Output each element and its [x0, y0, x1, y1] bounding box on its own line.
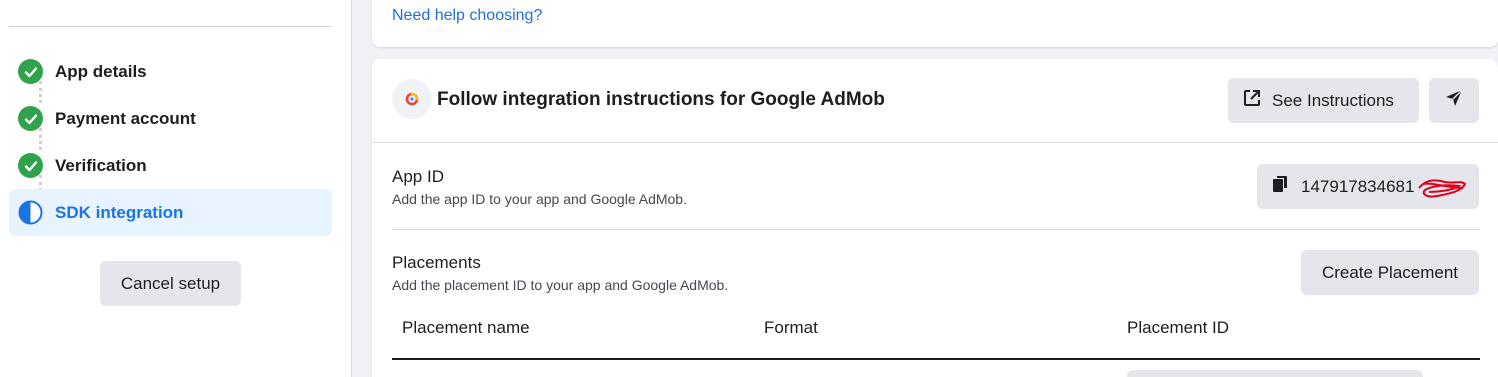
external-link-icon	[1242, 88, 1262, 113]
integration-title: Follow integration instructions for Goog…	[437, 89, 885, 110]
step-label: SDK integration	[55, 202, 184, 222]
table-header-divider	[392, 358, 1480, 360]
redaction-scribble	[1418, 179, 1467, 198]
need-help-link[interactable]: Need help choosing?	[392, 7, 542, 25]
paper-plane-icon	[1444, 88, 1464, 113]
placement-id-chip[interactable]	[1127, 370, 1423, 377]
step-payment-account[interactable]: Payment account	[9, 95, 332, 142]
google-admob-logo-icon	[392, 79, 432, 119]
check-icon	[18, 153, 43, 178]
copy-app-id-button[interactable]: 147917834681	[1257, 164, 1479, 209]
see-instructions-label: See Instructions	[1272, 90, 1394, 110]
column-header-placement-name: Placement name	[402, 318, 530, 337]
column-header-format: Format	[764, 318, 818, 337]
copy-icon	[1271, 174, 1291, 199]
see-instructions-button[interactable]: See Instructions	[1228, 78, 1419, 123]
setup-sidebar: App details Payment account Verification…	[0, 0, 352, 377]
step-verification[interactable]: Verification	[9, 142, 332, 189]
placements-description: Add the placement ID to your app and Goo…	[392, 277, 729, 293]
app-id-description: Add the app ID to your app and Google Ad…	[392, 191, 687, 207]
step-app-details[interactable]: App details	[9, 48, 332, 95]
step-label: Verification	[55, 155, 147, 175]
placements-title: Placements	[392, 253, 481, 272]
cancel-setup-button[interactable]: Cancel setup	[100, 261, 241, 306]
send-instructions-button[interactable]	[1429, 78, 1479, 123]
column-header-placement-id: Placement ID	[1127, 318, 1230, 337]
step-label: App details	[55, 61, 147, 81]
step-label: Payment account	[55, 108, 196, 128]
check-icon	[18, 59, 43, 84]
integration-card-header: Follow integration instructions for Goog…	[372, 59, 1498, 143]
create-placement-button[interactable]: Create Placement	[1301, 250, 1479, 295]
app-id-title: App ID	[392, 167, 444, 186]
app-id-value: 147917834681	[1301, 176, 1415, 196]
step-sdk-integration[interactable]: SDK integration	[9, 189, 332, 236]
divider	[9, 26, 331, 27]
setup-steps: App details Payment account Verification…	[9, 48, 332, 236]
section-divider	[392, 229, 1480, 230]
half-circle-progress-icon	[18, 200, 43, 225]
format-choice-card: Need help choosing?	[372, 0, 1498, 47]
integration-card: Follow integration instructions for Goog…	[372, 59, 1498, 377]
check-icon	[18, 106, 43, 131]
